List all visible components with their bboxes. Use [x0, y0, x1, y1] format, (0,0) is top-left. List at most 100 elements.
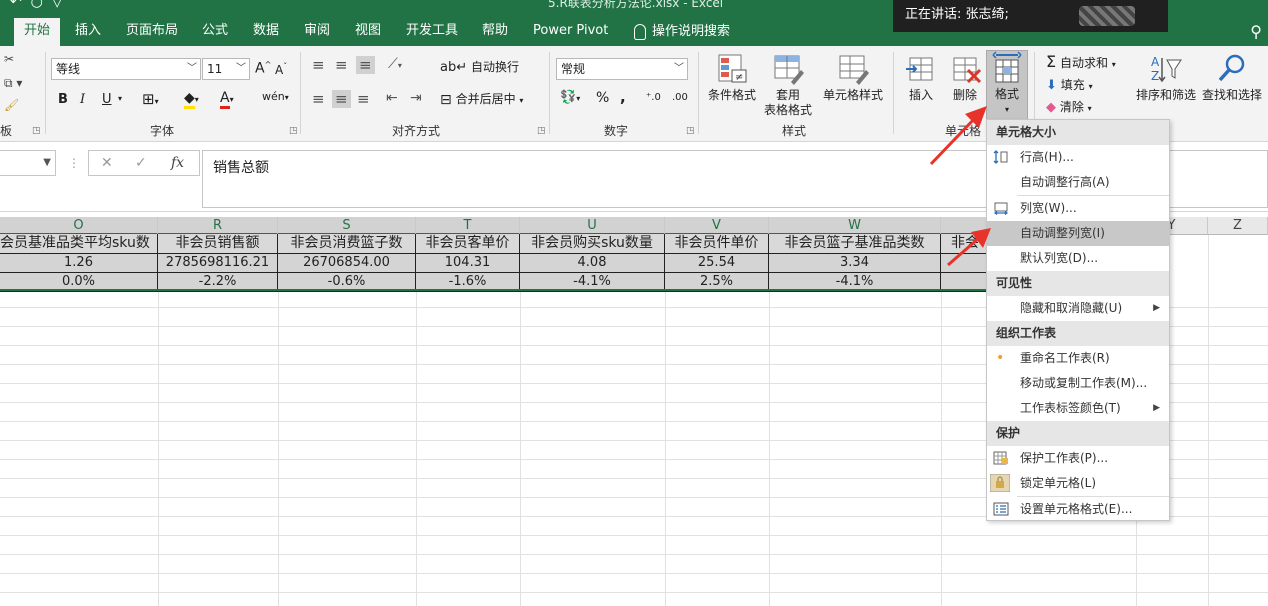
font-group-label: 字体	[150, 124, 175, 138]
column-header-o[interactable]: O	[0, 217, 158, 235]
font-color-icon[interactable]: A▾	[220, 90, 234, 109]
table-header-cell[interactable]: 非会员销售额	[158, 234, 278, 254]
menu-item-rename-sheet[interactable]: • 重命名工作表(R)	[987, 346, 1169, 371]
autosum-button[interactable]: Σ 自动求和 ▾	[1046, 52, 1116, 71]
table-cell[interactable]: 104.31	[416, 254, 520, 273]
quick-access-toolbar[interactable]: ↶ ○ ▽	[10, 0, 63, 10]
align-top-icon[interactable]: ≡	[312, 56, 325, 74]
underline-button[interactable]: U	[102, 92, 112, 107]
underline-dropdown-icon[interactable]: ▾	[118, 94, 122, 103]
conditional-formatting-button[interactable]: ≠ 条件格式	[704, 52, 760, 103]
cut-icon[interactable]: ✂	[4, 52, 14, 66]
number-launcher-icon[interactable]: ◳	[686, 126, 695, 136]
format-painter-icon[interactable]: 🖌	[4, 98, 19, 112]
tab-home[interactable]: 开始	[14, 18, 61, 46]
table-cell[interactable]: 3.34	[769, 254, 941, 273]
table-header-cell[interactable]: 非会员件单价	[665, 234, 769, 254]
format-as-table-button[interactable]: 套用 表格格式	[760, 52, 816, 118]
column-header-z[interactable]: Z	[1208, 217, 1268, 235]
fill-button[interactable]: ⬇ 填充 ▾	[1046, 76, 1093, 93]
menu-item-autofit-row-height[interactable]: 自动调整行高(A)	[987, 170, 1169, 195]
insert-function-icon[interactable]: fx	[171, 155, 184, 171]
menu-item-tab-color[interactable]: 工作表标签颜色(T) ▶	[987, 396, 1169, 421]
sort-filter-button[interactable]: A Z 排序和筛选	[1134, 52, 1198, 103]
table-header-cell[interactable]: 非会员篮子基准品类数	[769, 234, 941, 254]
column-header-t[interactable]: T	[416, 217, 520, 235]
merge-center-button[interactable]: ⊟ 合并后居中 ▾	[440, 90, 523, 108]
tab-view[interactable]: 视图	[345, 18, 391, 46]
tab-page-layout[interactable]: 页面布局	[116, 18, 188, 46]
clipboard-launcher-icon[interactable]: ◳	[32, 126, 41, 136]
alignment-launcher-icon[interactable]: ◳	[537, 126, 546, 136]
menu-item-lock-cell[interactable]: 锁定单元格(L)	[987, 471, 1169, 496]
bold-button[interactable]: B	[58, 92, 68, 107]
menu-section-protection: 保护	[987, 421, 1169, 446]
fill-color-icon[interactable]: ◆▾	[184, 90, 199, 109]
menu-item-row-height[interactable]: 行高(H)...	[987, 145, 1169, 170]
font-name-select[interactable]: 等线 ﹀	[51, 58, 201, 80]
tab-insert[interactable]: 插入	[65, 18, 111, 46]
tell-me-search[interactable]: 操作说明搜索	[624, 18, 740, 46]
table-header-cell[interactable]: 非会员消费篮子数	[278, 234, 416, 254]
menu-item-hide-unhide[interactable]: 隐藏和取消隐藏(U) ▶	[987, 296, 1169, 321]
column-header-s[interactable]: S	[278, 217, 416, 235]
decrease-indent-icon[interactable]: ⇤	[386, 90, 398, 106]
percent-button[interactable]: %	[596, 90, 609, 106]
table-cell[interactable]: 4.08	[520, 254, 665, 273]
table-header-cell[interactable]: 会员基准品类平均sku数	[0, 234, 158, 254]
shrink-font-button[interactable]: Aˇ	[275, 62, 287, 77]
align-center-icon[interactable]: ≡	[332, 90, 351, 108]
phonetic-guide-icon[interactable]: wén▾	[262, 90, 289, 103]
table-cell[interactable]: 1.26	[0, 254, 158, 273]
menu-item-protect-sheet[interactable]: 保护工作表(P)...	[987, 446, 1169, 471]
number-format-select[interactable]: 常规 ﹀	[556, 58, 688, 80]
grow-font-button[interactable]: A^	[255, 60, 271, 77]
cell-styles-button[interactable]: 单元格样式	[818, 52, 888, 103]
enter-icon[interactable]: ✓	[135, 155, 147, 171]
menu-item-column-width[interactable]: 列宽(W)...	[987, 196, 1169, 221]
italic-button[interactable]: I	[80, 92, 85, 107]
menu-item-default-width[interactable]: 默认列宽(D)...	[987, 246, 1169, 271]
table-header-cell[interactable]: 非会员客单价	[416, 234, 520, 254]
increase-indent-icon[interactable]: ⇥	[410, 90, 422, 106]
borders-icon[interactable]: ⊞▾	[142, 90, 159, 108]
table-cell[interactable]: 26706854.00	[278, 254, 416, 273]
column-header-w[interactable]: W	[769, 217, 941, 235]
font-size-select[interactable]: 11 ﹀	[202, 58, 250, 80]
copy-icon[interactable]: ⧉ ▾	[4, 76, 22, 91]
clear-button[interactable]: ◆ 清除 ▾	[1046, 98, 1092, 115]
tab-power-pivot[interactable]: Power Pivot	[523, 18, 618, 46]
align-right-icon[interactable]: ≡	[357, 90, 370, 108]
tab-developer[interactable]: 开发工具	[396, 18, 468, 46]
name-box[interactable]: ▼	[0, 150, 56, 176]
find-select-button[interactable]: 查找和选择	[1200, 52, 1264, 103]
tab-formulas[interactable]: 公式	[192, 18, 238, 46]
insert-cells-button[interactable]: 插入	[900, 52, 942, 103]
menu-section-organize-sheets: 组织工作表	[987, 321, 1169, 346]
orientation-icon[interactable]: ⟋▾	[388, 56, 402, 72]
align-middle-icon[interactable]: ≡	[335, 56, 348, 74]
tab-help[interactable]: 帮助	[472, 18, 518, 46]
font-launcher-icon[interactable]: ◳	[289, 126, 298, 136]
account-icon[interactable]: ⚲	[1250, 22, 1262, 41]
increase-decimal-icon[interactable]: ⁺.0	[646, 92, 661, 103]
accounting-format-icon[interactable]: 💱▾	[560, 90, 580, 105]
decrease-decimal-icon[interactable]: .00	[672, 92, 688, 103]
cancel-icon[interactable]: ✕	[101, 155, 113, 171]
tab-data[interactable]: 数据	[243, 18, 289, 46]
menu-item-autofit-column-width[interactable]: 自动调整列宽(I)	[987, 221, 1169, 246]
align-left-icon[interactable]: ≡	[312, 90, 325, 108]
column-header-r[interactable]: R	[158, 217, 278, 235]
tab-review[interactable]: 审阅	[294, 18, 340, 46]
comma-style-button[interactable]: ,	[620, 88, 626, 106]
menu-item-format-cells[interactable]: 设置单元格格式(E)...	[987, 497, 1169, 522]
column-header-u[interactable]: U	[520, 217, 665, 235]
table-cell[interactable]: 25.54	[665, 254, 769, 273]
delete-cells-button[interactable]: 删除	[944, 52, 986, 103]
column-header-v[interactable]: V	[665, 217, 769, 235]
align-bottom-icon[interactable]: ≡	[356, 56, 375, 74]
table-header-cell[interactable]: 非会员购买sku数量	[520, 234, 665, 254]
menu-item-move-copy-sheet[interactable]: 移动或复制工作表(M)...	[987, 371, 1169, 396]
wrap-text-button[interactable]: ab↵ 自动换行	[440, 58, 519, 75]
table-cell[interactable]: 2785698116.21	[158, 254, 278, 273]
